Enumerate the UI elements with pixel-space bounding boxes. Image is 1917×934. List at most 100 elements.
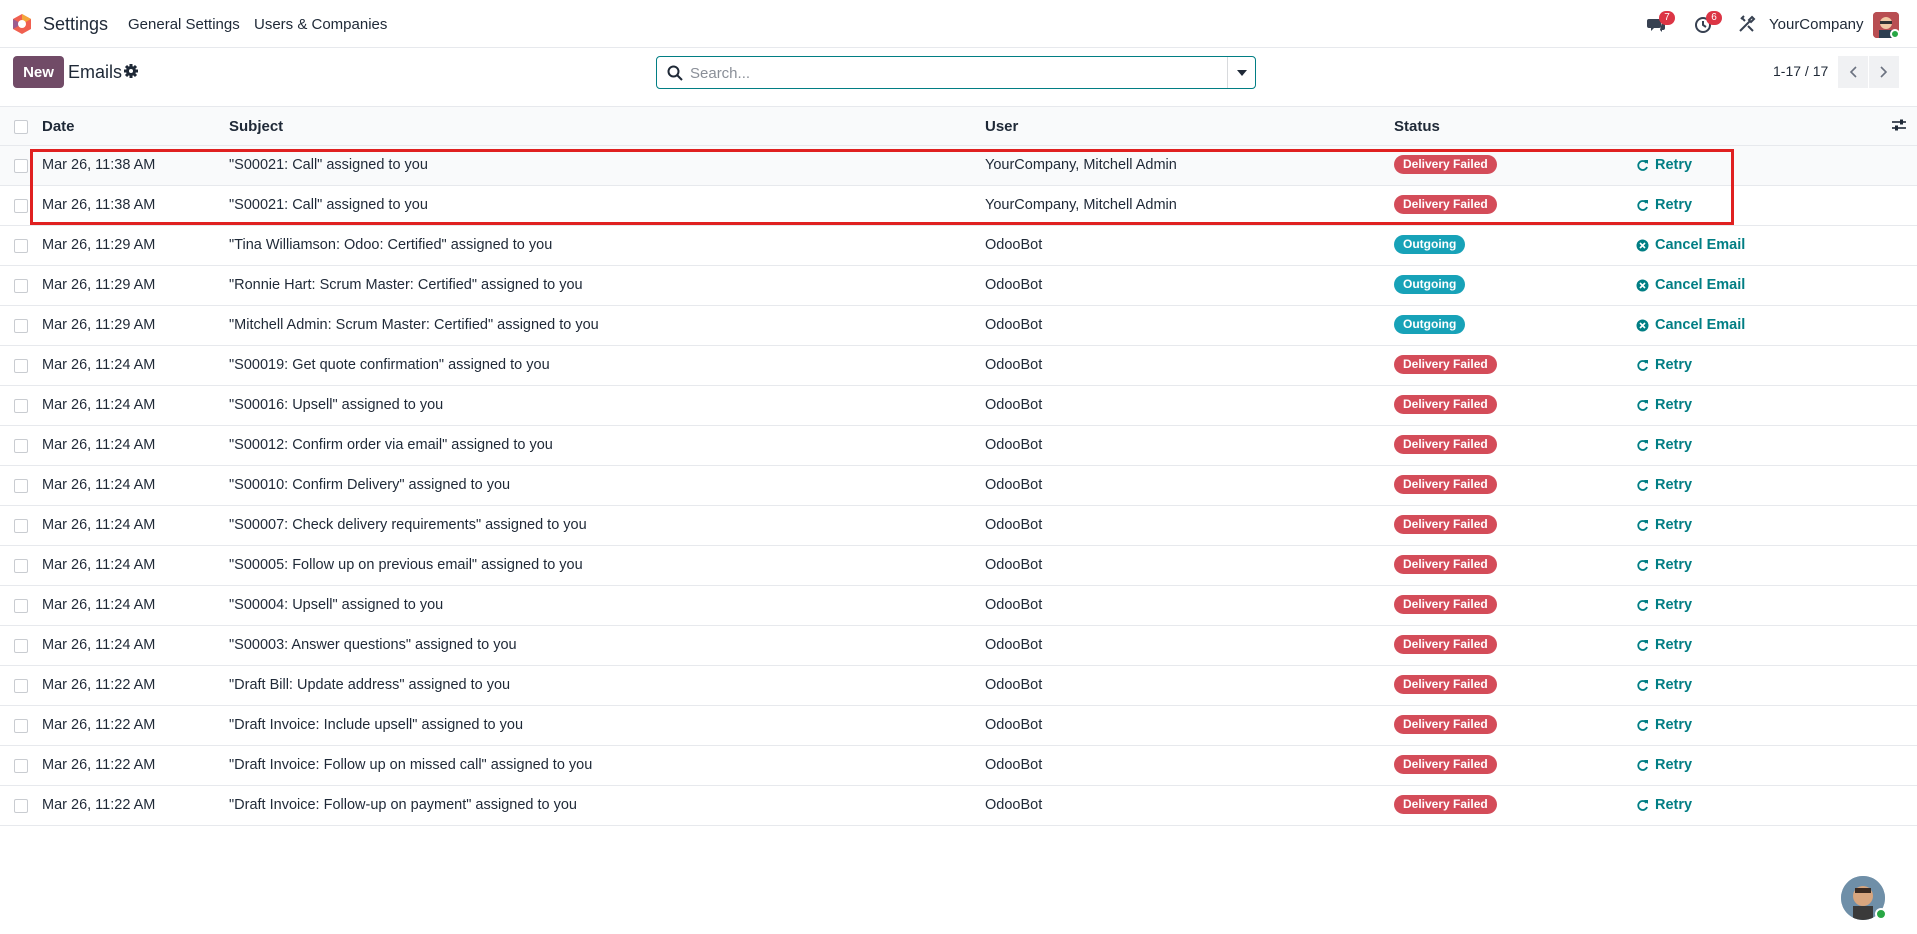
row-checkbox[interactable] — [14, 319, 28, 333]
table-row[interactable]: Mar 26, 11:22 AM "Draft Invoice: Follow-u… — [0, 786, 1917, 826]
search-options-toggle[interactable] — [1227, 57, 1255, 88]
action-label: Retry — [1655, 517, 1693, 533]
activities-button[interactable]: 6 — [1694, 11, 1722, 35]
cell-date: Mar 26, 11:22 AM — [42, 677, 156, 693]
retry-icon — [1637, 479, 1648, 491]
retry-button[interactable]: Retry — [1636, 597, 1692, 613]
column-header-subject[interactable]: Subject — [229, 118, 283, 135]
cell-user: OdooBot — [985, 797, 1043, 813]
pager-value[interactable]: 1-17 / 17 — [1773, 63, 1828, 79]
action-label: Retry — [1655, 397, 1693, 413]
table-row[interactable]: Mar 26, 11:24 AM "S00010: Confirm Deliver… — [0, 466, 1917, 506]
company-switcher[interactable]: YourCompany — [1769, 16, 1864, 33]
table-row[interactable]: Mar 26, 11:24 AM "S00012: Confirm order v… — [0, 426, 1917, 466]
optional-columns-toggle-icon[interactable] — [1891, 117, 1907, 133]
action-label: Retry — [1655, 677, 1693, 693]
row-checkbox[interactable] — [14, 279, 28, 293]
row-checkbox[interactable] — [14, 719, 28, 733]
retry-button[interactable]: Retry — [1636, 517, 1692, 533]
retry-icon — [1637, 759, 1648, 771]
search-input[interactable] — [690, 61, 1220, 85]
table-row[interactable]: Mar 26, 11:22 AM "Draft Bill: Update addr… — [0, 666, 1917, 706]
retry-button[interactable]: Retry — [1636, 477, 1692, 493]
cell-date: Mar 26, 11:22 AM — [42, 757, 156, 773]
retry-button[interactable]: Retry — [1636, 397, 1692, 413]
app-name[interactable]: Settings — [43, 14, 108, 35]
caret-down-icon — [1236, 69, 1247, 76]
cell-subject: "Draft Invoice: Follow-up on payment" as… — [229, 797, 577, 813]
pager-previous-button[interactable] — [1838, 56, 1868, 88]
retry-icon — [1637, 399, 1648, 411]
select-all-checkbox[interactable] — [14, 120, 28, 134]
pager-next-button[interactable] — [1869, 56, 1899, 88]
table-row[interactable]: Mar 26, 11:29 AM "Ronnie Hart: Scrum Mast… — [0, 266, 1917, 306]
retry-button[interactable]: Retry — [1636, 357, 1692, 373]
retry-button[interactable]: Retry — [1636, 757, 1692, 773]
action-label: Cancel Email — [1655, 277, 1746, 293]
row-checkbox[interactable] — [14, 559, 28, 573]
search-icon — [667, 65, 683, 81]
cell-user: OdooBot — [985, 317, 1043, 333]
cell-user: OdooBot — [985, 597, 1043, 613]
table-row[interactable]: Mar 26, 11:24 AM "S00005: Follow up on pr… — [0, 546, 1917, 586]
row-checkbox[interactable] — [14, 519, 28, 533]
cell-user: OdooBot — [985, 757, 1043, 773]
row-checkbox[interactable] — [14, 799, 28, 813]
retry-icon — [1637, 799, 1648, 811]
table-row[interactable]: Mar 26, 11:24 AM "S00019: Get quote confi… — [0, 346, 1917, 386]
new-button[interactable]: New — [13, 56, 64, 88]
column-header-status[interactable]: Status — [1394, 118, 1440, 135]
table-row[interactable]: Mar 26, 11:24 AM "S00016: Upsell" assigne… — [0, 386, 1917, 426]
row-checkbox[interactable] — [14, 159, 28, 173]
messages-button[interactable]: 7 — [1647, 11, 1675, 35]
status-badge: Delivery Failed — [1394, 155, 1497, 174]
action-label: Retry — [1655, 157, 1693, 173]
retry-button[interactable]: Retry — [1636, 717, 1692, 733]
odoo-settings-logo-icon[interactable] — [11, 13, 33, 35]
cancel-email-button[interactable]: Cancel Email — [1636, 237, 1745, 253]
cell-subject: "Ronnie Hart: Scrum Master: Certified" a… — [229, 277, 583, 293]
row-checkbox[interactable] — [14, 239, 28, 253]
menu-users-companies[interactable]: Users & Companies — [254, 16, 387, 33]
retry-button[interactable]: Retry — [1636, 557, 1692, 573]
retry-icon — [1637, 359, 1648, 371]
table-row[interactable]: Mar 26, 11:24 AM "S00004: Upsell" assigne… — [0, 586, 1917, 626]
retry-button[interactable]: Retry — [1636, 197, 1692, 213]
row-checkbox[interactable] — [14, 199, 28, 213]
retry-icon — [1637, 639, 1648, 651]
table-row[interactable]: Mar 26, 11:22 AM "Draft Invoice: Follow u… — [0, 746, 1917, 786]
table-row[interactable]: Mar 26, 11:38 AM "S00021: Call" assigned … — [0, 186, 1917, 226]
debug-tools-icon[interactable] — [1738, 15, 1756, 33]
column-header-date[interactable]: Date — [42, 118, 75, 135]
row-checkbox[interactable] — [14, 679, 28, 693]
retry-button[interactable]: Retry — [1636, 797, 1692, 813]
retry-button[interactable]: Retry — [1636, 677, 1692, 693]
table-row[interactable]: Mar 26, 11:29 AM "Mitchell Admin: Scrum M… — [0, 306, 1917, 346]
table-row[interactable]: Mar 26, 11:29 AM "Tina Williamson: Odoo: … — [0, 226, 1917, 266]
row-checkbox[interactable] — [14, 479, 28, 493]
cell-date: Mar 26, 11:38 AM — [42, 197, 156, 213]
retry-button[interactable]: Retry — [1636, 437, 1692, 453]
cancel-email-button[interactable]: Cancel Email — [1636, 277, 1745, 293]
chevron-left-icon — [1849, 66, 1857, 78]
retry-button[interactable]: Retry — [1636, 637, 1692, 653]
table-row[interactable]: Mar 26, 11:24 AM "S00007: Check delivery … — [0, 506, 1917, 546]
cancel-circle-icon — [1636, 279, 1649, 291]
cell-user: OdooBot — [985, 517, 1043, 533]
table-row[interactable]: Mar 26, 11:38 AM "S00021: Call" assigned … — [0, 146, 1917, 186]
cancel-email-button[interactable]: Cancel Email — [1636, 317, 1745, 333]
row-checkbox[interactable] — [14, 439, 28, 453]
table-row[interactable]: Mar 26, 11:24 AM "S00003: Answer question… — [0, 626, 1917, 666]
row-checkbox[interactable] — [14, 399, 28, 413]
row-checkbox[interactable] — [14, 759, 28, 773]
retry-button[interactable]: Retry — [1636, 157, 1692, 173]
column-header-user[interactable]: User — [985, 118, 1018, 135]
row-checkbox[interactable] — [14, 639, 28, 653]
menu-general-settings[interactable]: General Settings — [128, 16, 240, 33]
row-checkbox[interactable] — [14, 359, 28, 373]
cell-date: Mar 26, 11:29 AM — [42, 237, 156, 253]
cell-date: Mar 26, 11:24 AM — [42, 597, 156, 613]
row-checkbox[interactable] — [14, 599, 28, 613]
gear-icon[interactable] — [124, 64, 138, 78]
table-row[interactable]: Mar 26, 11:22 AM "Draft Invoice: Include … — [0, 706, 1917, 746]
